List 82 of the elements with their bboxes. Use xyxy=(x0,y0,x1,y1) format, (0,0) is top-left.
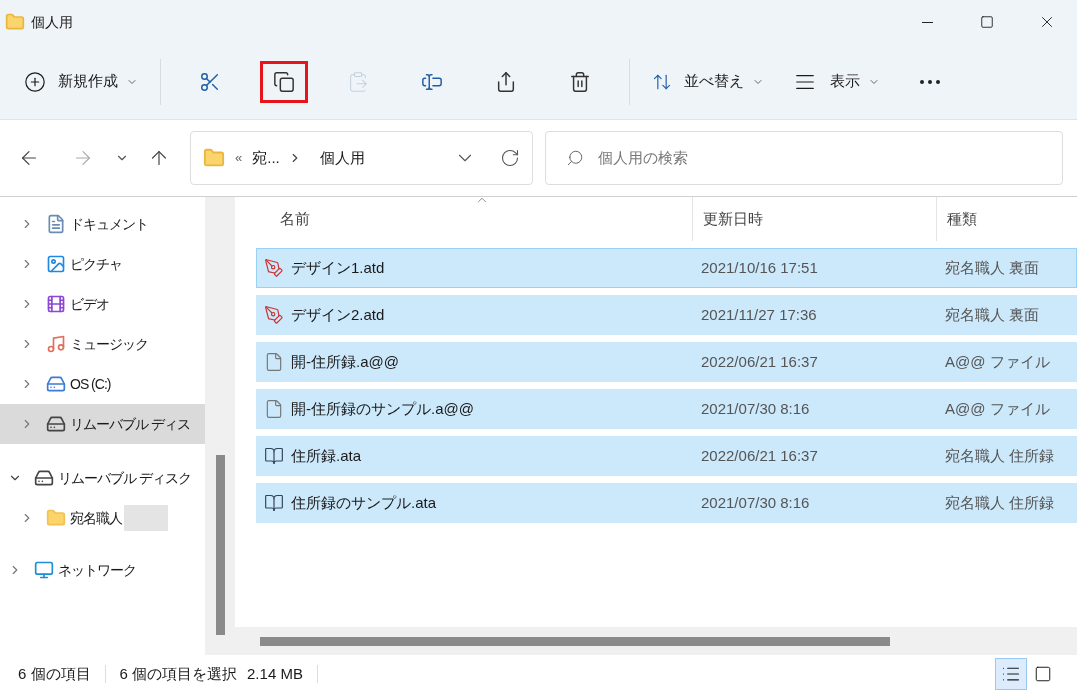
breadcrumb[interactable]: 個人用 xyxy=(319,146,365,170)
network-icon xyxy=(34,560,54,580)
view-button[interactable]: 表示 xyxy=(784,61,890,102)
search-icon xyxy=(566,149,584,167)
selection-count: 6 個の項目を選択 xyxy=(119,663,238,684)
file-row[interactable]: 開-住所録.a@@ 2022/06/21 16:37 A@@ ファイル xyxy=(256,342,1077,382)
nav-label: ピクチャ xyxy=(70,254,122,274)
file-row[interactable]: デザイン2.atd 2021/11/27 17:36 宛名職人 裏面 xyxy=(256,295,1077,335)
file-row[interactable]: 開-住所録のサンプル.a@@ 2021/07/30 8:16 A@@ ファイル xyxy=(256,389,1077,429)
file-row[interactable]: 住所録.ata 2022/06/21 16:37 宛名職人 住所録 xyxy=(256,436,1077,476)
nav-label: ビデオ xyxy=(70,294,109,314)
nav-item[interactable]: ミュージック xyxy=(0,324,205,364)
selection-size: 2.14 MB xyxy=(247,663,303,684)
refresh-icon[interactable] xyxy=(500,148,520,168)
modified-date: 2021/07/30 8:16 xyxy=(701,398,811,419)
nav-item[interactable]: リムーバブル ディス xyxy=(0,404,205,444)
file-name: デザイン2.atd xyxy=(291,304,386,325)
new-button[interactable]: 新規作成 xyxy=(14,61,148,102)
column-header[interactable]: 名前 xyxy=(235,197,693,241)
column-header[interactable]: 更新日時 xyxy=(693,197,937,241)
file-type: 宛名職人 裏面 xyxy=(945,304,1040,325)
file-type: 宛名職人 裏面 xyxy=(945,257,1040,278)
search-field[interactable]: 個人用の検索 xyxy=(545,131,1063,185)
file-type: 宛名職人 住所録 xyxy=(945,492,1055,513)
modified-date: 2021/10/16 17:51 xyxy=(701,257,819,278)
square-icon xyxy=(1034,665,1052,683)
file-name: 開-住所録.a@@ xyxy=(291,351,400,372)
more-icon xyxy=(920,79,940,84)
scrollbar-thumb[interactable] xyxy=(260,636,890,646)
modified-date: 2022/06/21 16:37 xyxy=(701,351,819,372)
overflow-marker[interactable]: « xyxy=(235,148,243,168)
plus-circle-icon xyxy=(24,70,46,93)
document-icon xyxy=(46,214,66,234)
file-icon xyxy=(264,352,284,372)
details-view-button[interactable] xyxy=(995,658,1027,690)
item-count: 6 個の項目 xyxy=(18,663,91,684)
nav-item[interactable]: ネットワーク xyxy=(0,550,205,590)
scrollbar-thumb[interactable] xyxy=(215,455,225,635)
file-type: 宛名職人 住所録 xyxy=(945,445,1055,466)
address-bar[interactable]: « 宛... 個人用 xyxy=(190,131,533,185)
drive-icon xyxy=(34,468,54,488)
nav-label: ドキュメント xyxy=(70,214,148,234)
nav-item[interactable]: ピクチャ xyxy=(0,244,205,284)
file-name: 住所録.ata xyxy=(291,445,363,466)
folder-icon xyxy=(203,147,225,169)
maximize-icon xyxy=(980,15,994,29)
window-title: 個人用 xyxy=(31,12,73,32)
picture-icon xyxy=(46,254,66,274)
nav-label: リムーバブル ディスク xyxy=(58,468,191,488)
nav-label: 宛名職人 xyxy=(70,508,122,528)
file-row[interactable]: 住所録のサンプル.ata 2021/07/30 8:16 宛名職人 住所録 xyxy=(256,483,1077,523)
search-input: 個人用の検索 xyxy=(598,146,1042,170)
file-name: デザイン1.atd xyxy=(291,257,386,278)
breadcrumb[interactable]: 宛... xyxy=(252,146,280,170)
drive-icon xyxy=(46,374,66,394)
nav-label: リムーバブル ディス xyxy=(70,414,190,434)
file-icon xyxy=(264,399,284,419)
nav-item[interactable]: リムーバブル ディスク xyxy=(0,458,205,498)
copy-button[interactable] xyxy=(260,60,308,103)
film-icon xyxy=(46,294,66,314)
modified-date: 2021/11/27 17:36 xyxy=(701,304,818,325)
file-type: A@@ ファイル xyxy=(945,351,1050,372)
nav-label: ミュージック xyxy=(70,334,148,354)
nav-item[interactable]: 宛名職人 xyxy=(0,498,205,538)
folder-icon xyxy=(46,508,66,528)
music-note-icon xyxy=(46,334,66,354)
drive-icon xyxy=(46,414,66,434)
file-type: A@@ ファイル xyxy=(945,398,1050,419)
file-name: 開-住所録のサンプル.a@@ xyxy=(291,398,475,419)
sort-button[interactable]: 並べ替え xyxy=(642,61,774,102)
nav-label: OS (C:) xyxy=(70,374,111,394)
file-name: 住所録のサンプル.ata xyxy=(291,492,438,513)
nav-item[interactable]: ビデオ xyxy=(0,284,205,324)
nav-item[interactable]: OS (C:) xyxy=(0,364,205,404)
nav-item[interactable]: ドキュメント xyxy=(0,204,205,244)
modified-date: 2021/07/30 8:16 xyxy=(701,492,811,513)
minimize-icon xyxy=(921,21,933,23)
folder-icon xyxy=(5,12,25,32)
column-header[interactable]: 種類 xyxy=(937,197,1077,241)
file-row[interactable]: デザイン1.atd 2021/10/16 17:51 宛名職人 裏面 xyxy=(256,248,1077,288)
modified-date: 2022/06/21 16:37 xyxy=(701,445,819,466)
nav-label: ネットワーク xyxy=(58,560,136,580)
